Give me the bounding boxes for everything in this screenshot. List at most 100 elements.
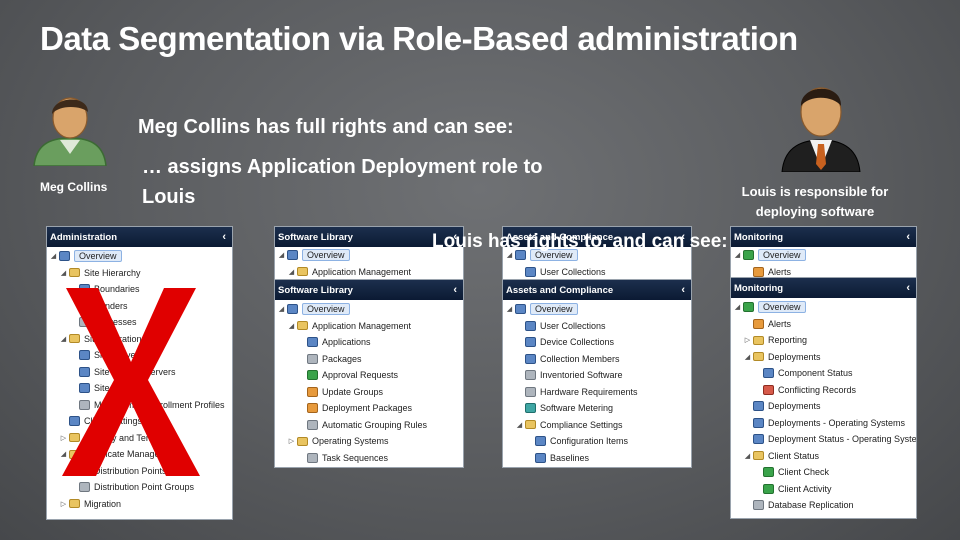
expand-arrow-icon[interactable]: ◢ <box>287 322 296 330</box>
expand-arrow-icon[interactable]: ◢ <box>733 303 742 311</box>
tree-item[interactable]: Database Replication <box>731 497 916 514</box>
expand-arrow-icon[interactable]: ◢ <box>505 305 514 313</box>
monitoring-panel-back: Monitoring ‹ ◢ Overview Alerts <box>730 226 917 284</box>
tree-item[interactable]: ◢ Overview <box>275 301 463 318</box>
node-icon <box>307 370 318 381</box>
tree-item[interactable]: ◢ Deployments <box>731 349 916 366</box>
louis-caption: Louis is responsible for deploying softw… <box>741 184 889 219</box>
tree-item-label: Client Status <box>768 450 820 461</box>
tree-item[interactable]: Deployment Packages <box>275 400 463 417</box>
tree-item[interactable]: Collection Members <box>503 351 691 368</box>
expand-arrow-icon[interactable]: ◢ <box>59 269 68 277</box>
tree-item[interactable]: User Collections <box>503 264 691 281</box>
expand-arrow-icon[interactable]: ▷ <box>59 500 68 508</box>
tree-item[interactable]: ◢ Overview <box>47 248 232 265</box>
tree-item[interactable]: ◢ Application Management <box>275 318 463 335</box>
node-icon <box>515 304 526 315</box>
tree-item[interactable]: ◢ Application Management <box>275 264 463 281</box>
tree-item-label: Overview <box>302 249 350 262</box>
node-icon <box>59 251 70 262</box>
expand-arrow-icon[interactable]: ◢ <box>743 452 752 460</box>
expand-arrow-icon[interactable]: ◢ <box>287 268 296 276</box>
software-library-header[interactable]: Software Library ‹ <box>275 280 463 300</box>
monitoring-header-back[interactable]: Monitoring ‹ <box>731 227 916 247</box>
tree-item-label: Alerts <box>768 266 792 277</box>
tree-item-label: Conflicting Records <box>778 384 857 395</box>
expand-arrow-icon[interactable]: ◢ <box>277 251 286 259</box>
tree-item[interactable]: Deployments - Operating Systems <box>731 415 916 432</box>
expand-arrow-icon[interactable]: ▷ <box>743 336 752 344</box>
tree-item-label: Database Replication <box>768 500 854 511</box>
tree-item[interactable]: Task Sequences <box>275 450 463 467</box>
tree-item-label: Distribution Point Groups <box>94 482 195 493</box>
tree-item[interactable]: Automatic Grouping Rules <box>275 417 463 434</box>
expand-arrow-icon[interactable]: ▷ <box>287 437 296 445</box>
chevron-left-icon[interactable]: ‹ <box>906 282 910 294</box>
tree-item-label: Inventoried Software <box>540 370 623 381</box>
expand-arrow-icon[interactable]: ◢ <box>733 251 742 259</box>
node-icon <box>525 320 536 331</box>
node-icon <box>525 337 536 348</box>
tree-item[interactable]: Client Activity <box>731 481 916 498</box>
tree-item-label: Component Status <box>778 368 853 379</box>
tree-item[interactable]: ◢ Site Hierarchy <box>47 265 232 282</box>
chevron-left-icon[interactable]: ‹ <box>222 231 226 243</box>
tree-item[interactable]: ▷ Operating Systems <box>275 433 463 450</box>
chevron-left-icon[interactable]: ‹ <box>453 284 457 296</box>
tree-item-label: Deployment Status - Operating Syste <box>768 434 917 445</box>
meg-rights-text: Meg Collins has full rights and can see: <box>138 116 514 138</box>
assets-compliance-header[interactable]: Assets and Compliance ‹ <box>503 280 691 300</box>
expand-arrow-icon[interactable]: ◢ <box>277 305 286 313</box>
tree-item-label: Application Management <box>312 320 412 331</box>
tree-item-label: Device Collections <box>540 337 615 348</box>
assets-compliance-tree: ◢ Overview User Collections Device Collecti… <box>503 300 691 466</box>
node-icon <box>753 318 764 329</box>
monitoring-header[interactable]: Monitoring ‹ <box>731 278 916 298</box>
tree-item[interactable]: Hardware Requirements <box>503 384 691 401</box>
tree-item[interactable]: Applications <box>275 334 463 351</box>
node-icon <box>525 266 536 277</box>
tree-item[interactable]: Inventoried Software <box>503 367 691 384</box>
node-icon <box>753 401 764 412</box>
tree-item[interactable]: Deployment Status - Operating Syste <box>731 431 916 448</box>
node-icon <box>307 353 318 364</box>
tree-item[interactable]: ◢ Compliance Settings <box>503 417 691 434</box>
tree-item[interactable]: ▷ Migration <box>47 496 232 513</box>
monitoring-panel: Monitoring ‹ ◢ Overview Alerts ▷ Reporting ◢ D… <box>730 277 917 519</box>
node-icon <box>79 482 90 493</box>
tree-item[interactable]: Packages <box>275 351 463 368</box>
administration-header-label: Administration <box>50 231 118 243</box>
tree-item[interactable]: Distribution Point Groups <box>47 479 232 496</box>
tree-item[interactable]: Component Status <box>731 365 916 382</box>
node-icon <box>763 368 774 379</box>
tree-item[interactable]: Client Check <box>731 464 916 481</box>
administration-header[interactable]: Administration ‹ <box>47 227 232 247</box>
expand-arrow-icon[interactable]: ◢ <box>49 252 58 260</box>
chevron-left-icon[interactable]: ‹ <box>906 231 910 243</box>
tree-item[interactable]: Alerts <box>731 316 916 333</box>
expand-arrow-icon[interactable]: ◢ <box>515 421 524 429</box>
tree-item[interactable]: Approval Requests <box>275 367 463 384</box>
chevron-left-icon[interactable]: ‹ <box>681 284 685 296</box>
tree-item[interactable]: Conflicting Records <box>731 382 916 399</box>
node-icon <box>307 403 318 414</box>
tree-item[interactable]: ◢ Client Status <box>731 448 916 465</box>
tree-item[interactable]: ▷ Reporting <box>731 332 916 349</box>
tree-item[interactable]: User Collections <box>503 318 691 335</box>
tree-item[interactable]: ◢ Overview <box>503 301 691 318</box>
tree-item-label: Operating Systems <box>312 436 389 447</box>
tree-item[interactable]: Configuration Items <box>503 433 691 450</box>
tree-item[interactable]: ◢ Overview <box>731 247 916 264</box>
tree-item[interactable]: Update Groups <box>275 384 463 401</box>
expand-arrow-icon[interactable]: ◢ <box>743 353 752 361</box>
tree-item[interactable]: ◢ Overview <box>731 299 916 316</box>
node-icon <box>763 467 774 478</box>
monitoring-tree: ◢ Overview Alerts ▷ Reporting ◢ Deployments Com… <box>731 298 916 514</box>
folder-icon <box>753 335 764 345</box>
tree-item-label: Deployments <box>768 401 821 412</box>
tree-item[interactable]: Software Metering <box>503 400 691 417</box>
tree-item[interactable]: Deployments <box>731 398 916 415</box>
node-icon <box>743 250 754 261</box>
tree-item[interactable]: Baselines <box>503 450 691 467</box>
tree-item[interactable]: Device Collections <box>503 334 691 351</box>
